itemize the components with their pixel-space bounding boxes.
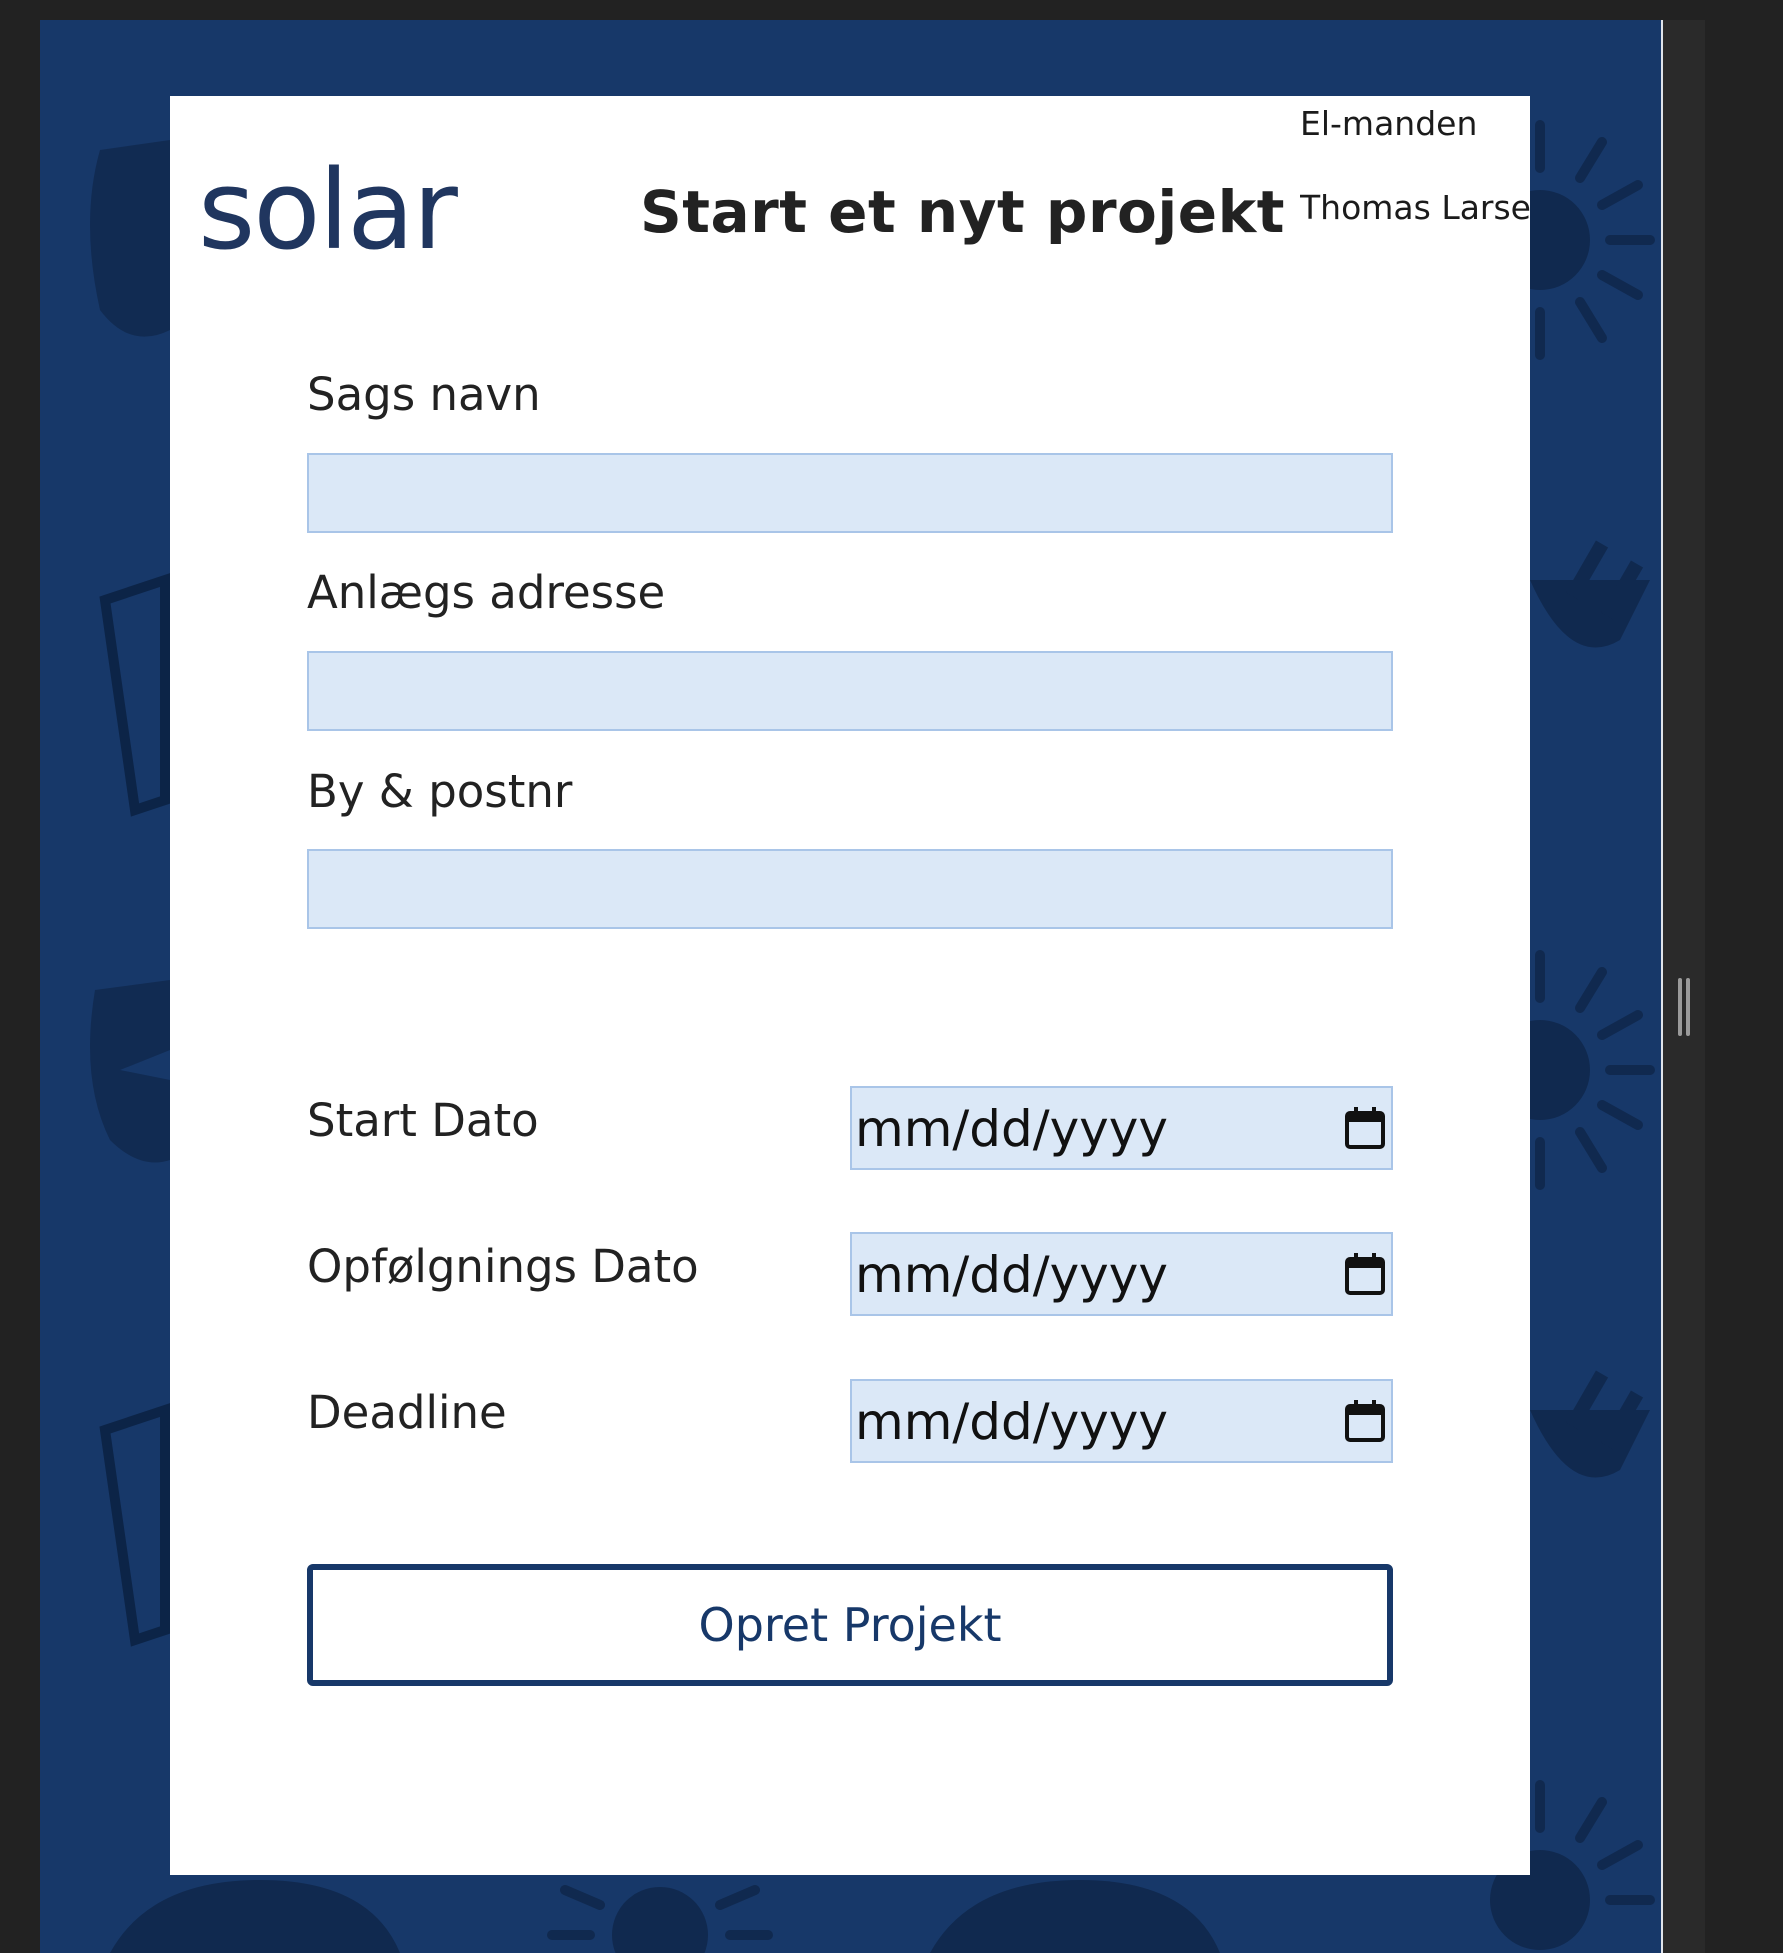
followup-date-value: mm/dd/yyyy [855,1246,1168,1304]
city-zip-label: By & postnr [307,765,573,818]
page-title: Start et nyt projekt [640,178,1285,246]
browser-viewport: solar Start et nyt projekt El-manden Tho… [0,0,1783,1953]
project-form-card: solar Start et nyt projekt El-manden Tho… [170,96,1530,1875]
lightning-bolt-icon [90,140,170,337]
resize-grip-icon[interactable] [1678,978,1690,1036]
svg-text:solar: solar [198,156,459,266]
install-address-label: Anlægs adresse [307,566,666,619]
followup-date-input[interactable]: mm/dd/yyyy [850,1232,1393,1316]
deadline-input[interactable]: mm/dd/yyyy [850,1379,1393,1463]
case-name-label: Sags navn [307,368,541,421]
calendar-icon[interactable] [1344,1252,1386,1296]
user-name: Thomas Larsen [1300,188,1530,227]
sun-icon [547,1885,773,1953]
case-name-input[interactable] [307,453,1393,533]
create-project-button[interactable]: Opret Projekt [307,1564,1393,1686]
deadline-value: mm/dd/yyyy [855,1393,1168,1451]
calendar-icon[interactable] [1344,1399,1386,1443]
company-name: El-manden [1300,104,1478,143]
calendar-icon[interactable] [1344,1106,1386,1150]
start-date-value: mm/dd/yyyy [855,1100,1168,1158]
followup-date-label: Opfølgnings Dato [307,1240,699,1293]
plug-icon [1530,540,1650,648]
create-project-button-label: Opret Projekt [698,1598,1002,1652]
start-date-input[interactable]: mm/dd/yyyy [850,1086,1393,1170]
lightning-bolt-icon [90,980,170,1163]
solar-logo: solar [198,156,461,266]
start-date-label: Start Dato [307,1094,539,1147]
lightning-bolt-icon [930,1880,1220,1953]
plug-icon [1530,1370,1650,1478]
deadline-label: Deadline [307,1386,507,1439]
city-zip-input[interactable] [307,849,1393,929]
install-address-input[interactable] [307,651,1393,731]
lightning-bolt-icon [110,1880,400,1953]
